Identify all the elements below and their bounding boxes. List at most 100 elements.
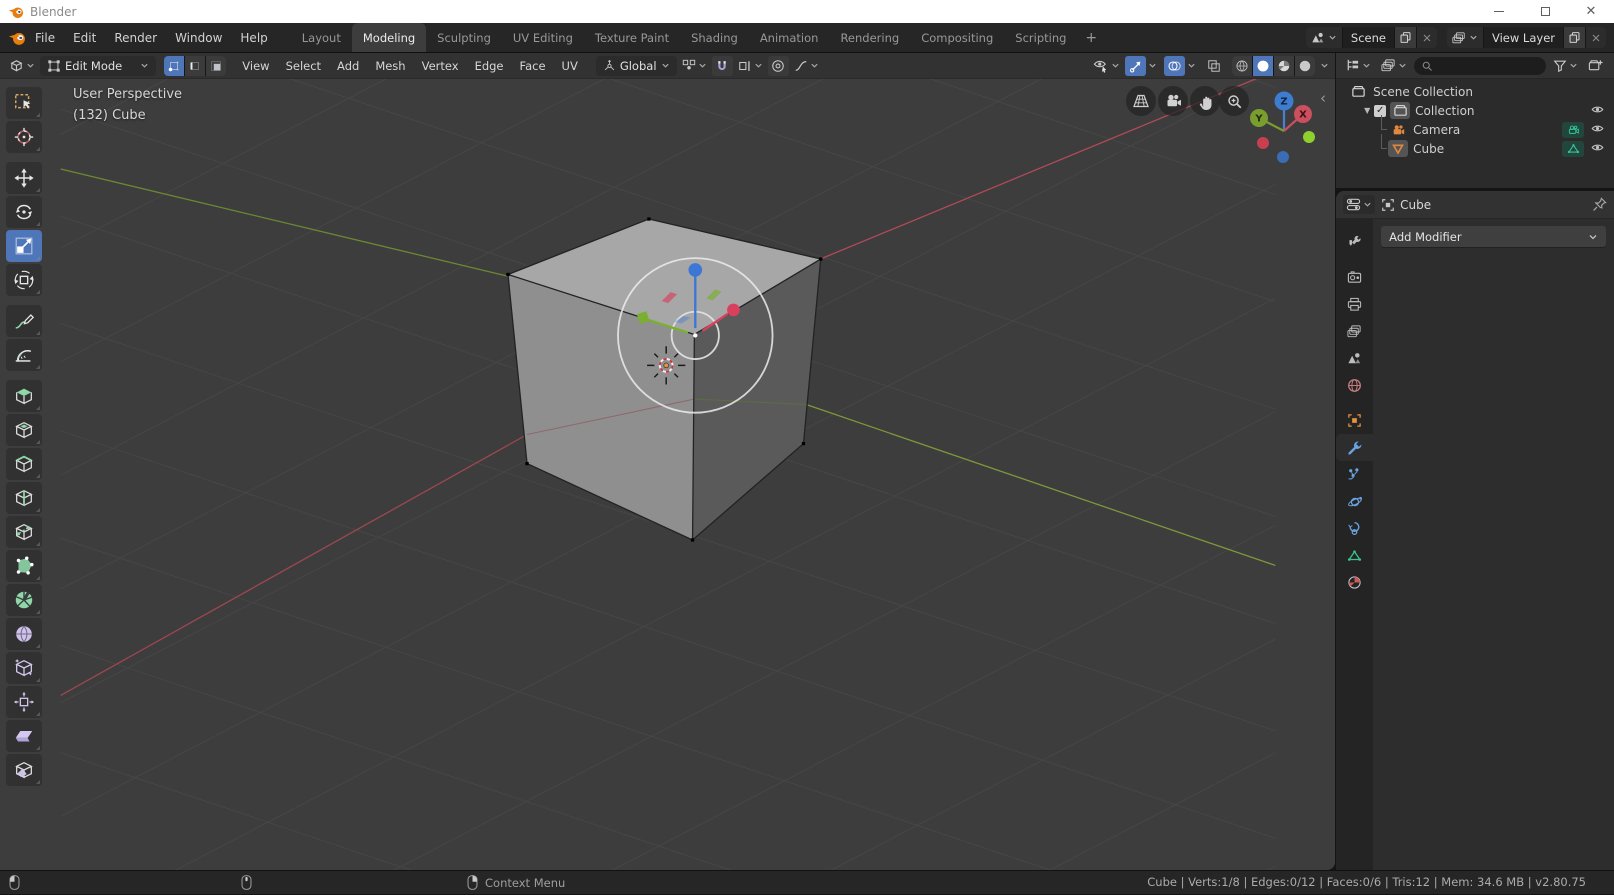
tool-cursor[interactable] bbox=[6, 121, 42, 153]
properties-tab-render[interactable] bbox=[1336, 264, 1373, 291]
shading-solid-button[interactable] bbox=[1253, 56, 1273, 76]
tool-smooth[interactable] bbox=[6, 618, 42, 650]
tool-scale[interactable] bbox=[6, 230, 42, 262]
cube-mesh[interactable] bbox=[506, 217, 822, 541]
properties-tab-tool[interactable] bbox=[1336, 229, 1373, 256]
visibility-dropdown[interactable] bbox=[1090, 56, 1123, 75]
tool-rip-region[interactable] bbox=[6, 754, 42, 786]
tool-move[interactable] bbox=[6, 162, 42, 194]
perspective-toggle-button[interactable] bbox=[1126, 86, 1156, 116]
proportional-falloff-dropdown[interactable] bbox=[791, 57, 822, 75]
workspace-tab-layout[interactable]: Layout bbox=[291, 23, 352, 52]
workspace-tab-compositing[interactable]: Compositing bbox=[910, 23, 1004, 52]
properties-tab-scene[interactable] bbox=[1336, 345, 1373, 372]
scene-delete-button[interactable] bbox=[1417, 27, 1437, 48]
visibility-eye-toggle[interactable] bbox=[1590, 141, 1605, 157]
pan-view-button[interactable] bbox=[1190, 86, 1220, 116]
snap-toggle-button[interactable] bbox=[712, 56, 733, 76]
properties-tab-modifiers[interactable] bbox=[1336, 434, 1373, 461]
view-layer-browse-button[interactable] bbox=[1447, 27, 1483, 48]
mode-dropdown[interactable]: Edit Mode bbox=[40, 56, 156, 76]
outliner-search-input[interactable] bbox=[1414, 57, 1546, 75]
add-workspace-button[interactable]: + bbox=[1077, 23, 1105, 52]
add-modifier-dropdown[interactable]: Add Modifier bbox=[1381, 226, 1606, 247]
outliner-row-camera[interactable]: Camera bbox=[1336, 120, 1614, 139]
overlays-toggle-button[interactable] bbox=[1164, 56, 1185, 76]
workspace-tab-scripting[interactable]: Scripting bbox=[1004, 23, 1077, 52]
viewport-menu-face[interactable]: Face bbox=[512, 59, 554, 73]
properties-tab-physics[interactable] bbox=[1336, 488, 1373, 515]
tool-edge-slide[interactable] bbox=[6, 652, 42, 684]
workspace-tab-texture-paint[interactable]: Texture Paint bbox=[584, 23, 680, 52]
workspace-tab-animation[interactable]: Animation bbox=[749, 23, 830, 52]
visibility-eye-toggle[interactable] bbox=[1590, 103, 1605, 119]
view-layer-name[interactable]: View Layer bbox=[1484, 27, 1563, 48]
menu-help[interactable]: Help bbox=[231, 31, 276, 45]
tool-rotate[interactable] bbox=[6, 196, 42, 228]
xray-toggle-button[interactable] bbox=[1203, 56, 1224, 76]
outliner-editor-type-button[interactable] bbox=[1342, 56, 1374, 75]
edge-select-mode-button[interactable] bbox=[185, 56, 205, 76]
workspace-tab-modeling[interactable]: Modeling bbox=[352, 23, 426, 52]
expander-icon[interactable]: ▼ bbox=[1360, 106, 1374, 115]
pivot-point-dropdown[interactable] bbox=[679, 57, 710, 75]
tool-shrink-fatten[interactable] bbox=[6, 686, 42, 718]
viewport-menu-add[interactable]: Add bbox=[329, 59, 367, 73]
properties-editor-type-button[interactable] bbox=[1343, 195, 1375, 214]
close-button[interactable]: ✕ bbox=[1568, 0, 1614, 23]
properties-tab-object[interactable] bbox=[1336, 407, 1373, 434]
pin-icon[interactable] bbox=[1592, 197, 1607, 212]
axis-neg-y-ball[interactable] bbox=[1303, 131, 1315, 143]
visibility-eye-toggle[interactable] bbox=[1590, 122, 1605, 138]
properties-tab-particles[interactable] bbox=[1336, 461, 1373, 488]
properties-tab-view-layer[interactable] bbox=[1336, 318, 1373, 345]
properties-tab-material[interactable] bbox=[1336, 569, 1373, 596]
tool-inset-faces[interactable] bbox=[6, 414, 42, 446]
shading-material-button[interactable] bbox=[1274, 56, 1294, 76]
blender-app-menu-icon[interactable] bbox=[8, 29, 26, 47]
viewport-menu-edge[interactable]: Edge bbox=[467, 59, 512, 73]
menu-file[interactable]: File bbox=[26, 31, 64, 45]
tool-select-box[interactable] bbox=[6, 87, 42, 119]
tool-spin[interactable] bbox=[6, 584, 42, 616]
maximize-button[interactable] bbox=[1522, 0, 1568, 23]
scene-new-button[interactable] bbox=[1395, 27, 1416, 48]
outliner-search-field[interactable] bbox=[1437, 60, 1507, 72]
shading-wireframe-button[interactable] bbox=[1232, 56, 1252, 76]
tool-bevel[interactable] bbox=[6, 448, 42, 480]
minimize-button[interactable] bbox=[1476, 0, 1522, 23]
outliner-display-mode-button[interactable] bbox=[1378, 56, 1410, 75]
tool-poly-build[interactable] bbox=[6, 550, 42, 582]
axis-neg-z-ball[interactable] bbox=[1277, 151, 1289, 163]
tool-loop-cut[interactable] bbox=[6, 482, 42, 514]
overlays-dropdown[interactable] bbox=[1187, 61, 1196, 70]
new-collection-button[interactable] bbox=[1585, 56, 1606, 75]
tool-knife[interactable] bbox=[6, 516, 42, 548]
viewport-canvas[interactable]: User Perspective (132) Cube Z Y X bbox=[0, 79, 1335, 870]
menu-window[interactable]: Window bbox=[166, 31, 231, 45]
snap-settings-dropdown[interactable] bbox=[735, 57, 766, 75]
selected-vertex[interactable] bbox=[693, 333, 697, 337]
scene-name[interactable]: Scene bbox=[1343, 27, 1394, 48]
tool-transform[interactable] bbox=[6, 264, 42, 296]
properties-tab-output[interactable] bbox=[1336, 291, 1373, 318]
menu-edit[interactable]: Edit bbox=[64, 31, 105, 45]
shading-dropdown[interactable] bbox=[1320, 61, 1329, 70]
workspace-tab-uv-editing[interactable]: UV Editing bbox=[502, 23, 584, 52]
axis-neg-x-ball[interactable] bbox=[1257, 137, 1269, 149]
view-layer-new-button[interactable] bbox=[1564, 27, 1585, 48]
properties-tab-constraints[interactable] bbox=[1336, 515, 1373, 542]
view-layer-delete-button[interactable] bbox=[1586, 27, 1606, 48]
camera-view-button[interactable] bbox=[1158, 86, 1188, 116]
tool-annotate[interactable] bbox=[6, 305, 42, 337]
viewport-menu-mesh[interactable]: Mesh bbox=[367, 59, 413, 73]
proportional-editing-button[interactable] bbox=[768, 56, 789, 76]
viewport-menu-uv[interactable]: UV bbox=[554, 59, 586, 73]
vertex-select-mode-button[interactable] bbox=[164, 56, 184, 76]
scene-browse-button[interactable] bbox=[1306, 27, 1342, 48]
properties-tab-world[interactable] bbox=[1336, 372, 1373, 399]
face-select-mode-button[interactable] bbox=[206, 56, 226, 76]
viewport-menu-vertex[interactable]: Vertex bbox=[414, 59, 467, 73]
outliner-row-collection[interactable]: ▼✓Collection bbox=[1336, 101, 1614, 120]
orientation-dropdown[interactable]: Global bbox=[596, 56, 677, 76]
